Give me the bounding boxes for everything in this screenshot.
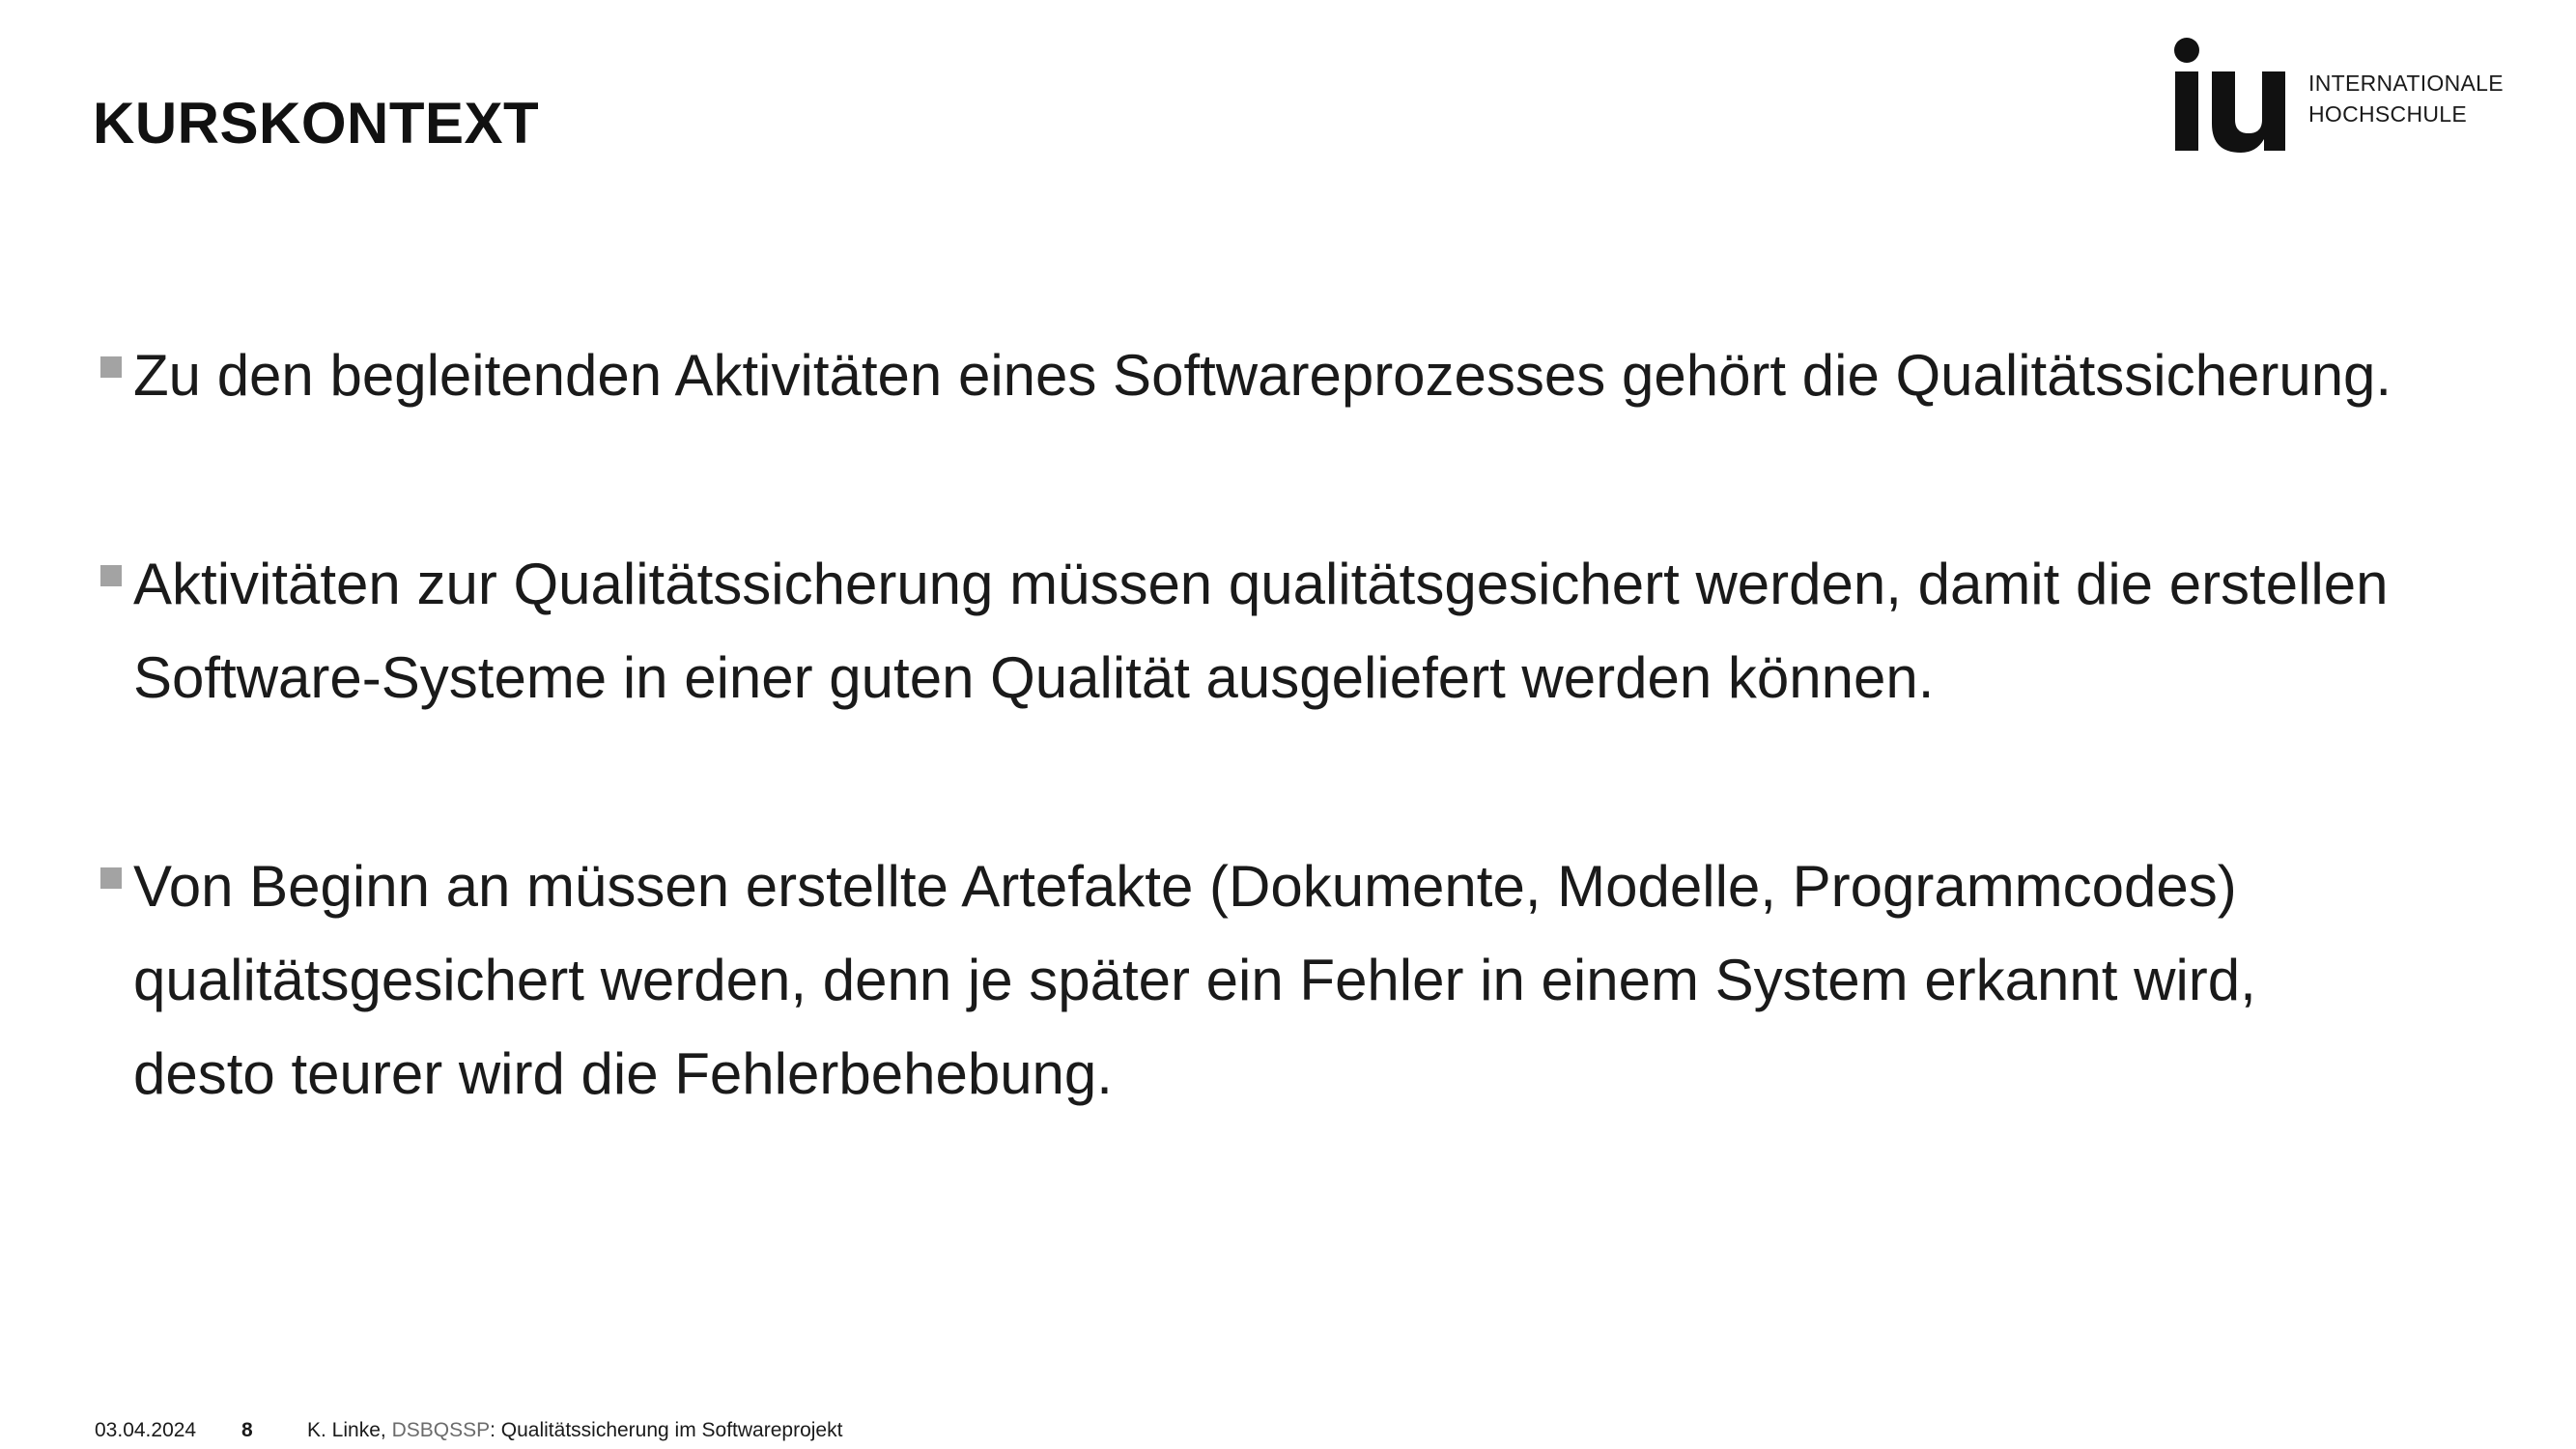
footer-subject: : Qualitätssicherung im Softwareprojekt	[490, 1419, 843, 1441]
logo-line-2: HOCHSCHULE	[2308, 101, 2468, 127]
square-bullet-icon	[100, 867, 122, 889]
iu-logo-icon	[2174, 38, 2285, 153]
footer-date: 03.04.2024	[95, 1419, 197, 1441]
bullet-item: Zu den begleitenden Aktivitäten eines So…	[97, 328, 2395, 422]
slide-footer: 03.04.2024 8 K. Linke, DSBQSSP: Qualitätss…	[95, 1416, 842, 1445]
bullet-item: Von Beginn an müssen erstellte Artefakte…	[97, 839, 2395, 1121]
iu-logo: INTERNATIONALE HOCHSCHULE	[2173, 37, 2521, 153]
bullet-list: Zu den begleitenden Aktivitäten eines So…	[97, 328, 2395, 1236]
footer-author: K. Linke,	[307, 1419, 392, 1441]
footer-page-number: 8	[241, 1419, 253, 1441]
bullet-text: Zu den begleitenden Aktivitäten eines So…	[133, 343, 2392, 408]
logo-wordmark: INTERNATIONALE HOCHSCHULE	[2308, 68, 2504, 129]
footer-course-code: DSBQSSP	[391, 1419, 491, 1441]
square-bullet-icon	[100, 565, 122, 586]
bullet-text: Aktivitäten zur Qualitätssicherung müsse…	[133, 552, 2389, 710]
bullet-text: Von Beginn an müssen erstellte Artefakte…	[133, 854, 2256, 1106]
logo-line-1: INTERNATIONALE	[2308, 71, 2504, 96]
bullet-item: Aktivitäten zur Qualitätssicherung müsse…	[97, 537, 2395, 724]
slide-title: KURSKONTEXT	[93, 91, 540, 156]
square-bullet-icon	[100, 356, 122, 378]
